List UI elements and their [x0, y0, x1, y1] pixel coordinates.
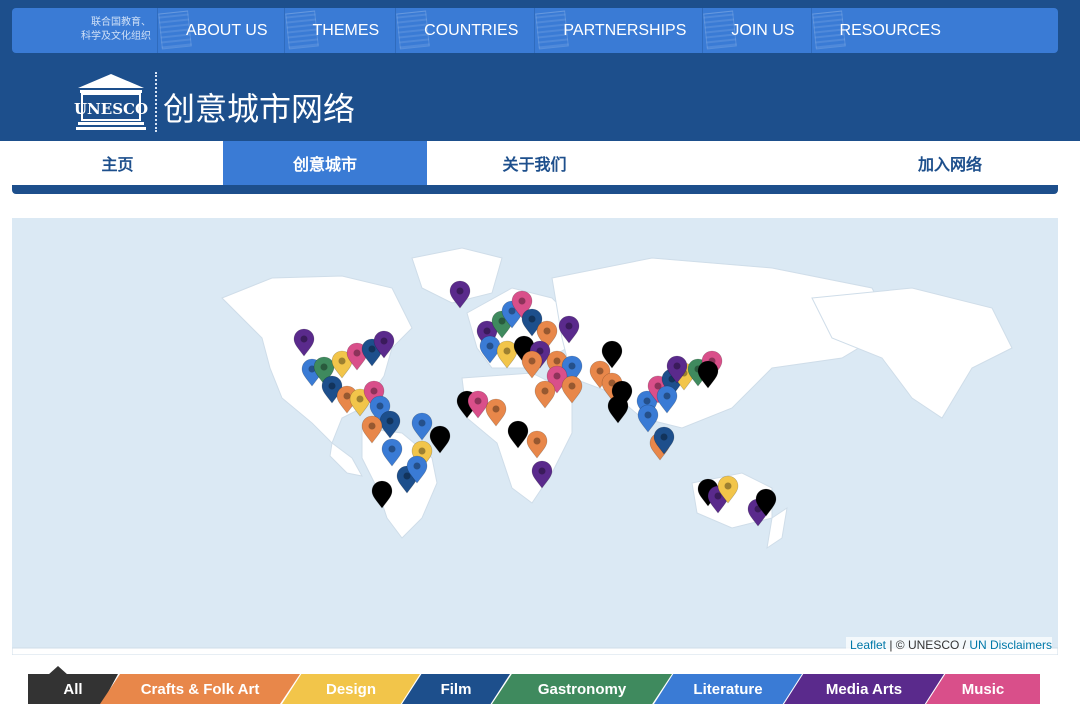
nav-resources[interactable]: RESOURCES — [811, 8, 1058, 53]
pin-center-dot — [553, 372, 561, 380]
tab-about-us[interactable]: 关于我们 — [427, 141, 642, 185]
tab-join-network[interactable]: 加入网络 — [842, 141, 1058, 185]
un-disclaimers-link[interactable]: UN Disclaimers — [969, 638, 1052, 652]
filter-design[interactable]: Design — [282, 674, 420, 704]
tab-spacer — [642, 141, 842, 185]
pin-center-dot — [300, 335, 308, 343]
attribution-unesco: | © UNESCO / — [886, 638, 970, 652]
pin-center-dot — [518, 297, 526, 305]
pin-center-dot — [528, 315, 536, 323]
creative-cities-map[interactable]: Leaflet | © UNESCO / UN Disclaimers — [12, 218, 1058, 655]
filter-media-arts[interactable]: Media Arts — [784, 674, 944, 704]
pin-center-dot — [418, 447, 426, 455]
map-attribution: Leaflet | © UNESCO / UN Disclaimers — [845, 637, 1052, 653]
pin-center-dot — [388, 445, 396, 453]
asia — [551, 257, 893, 429]
unesco-temple-icon: UNESCO — [74, 74, 148, 130]
site-title[interactable]: 创意城市网络 — [163, 84, 355, 130]
nav-countries[interactable]: COUNTRIES — [396, 8, 536, 53]
sub-navigation-underline — [12, 185, 1058, 194]
pin-center-dot — [541, 387, 549, 395]
pin-center-dot — [724, 482, 732, 490]
logo-wordmark: UNESCO — [74, 100, 148, 118]
pin-center-dot — [353, 349, 361, 357]
pin-center-dot — [618, 387, 626, 395]
pin-center-dot — [543, 327, 551, 335]
pin-center-dot — [520, 342, 528, 350]
pin-center-dot — [614, 402, 622, 410]
pin-center-dot — [418, 419, 426, 427]
pin-center-dot — [343, 392, 351, 400]
pin-center-dot — [456, 287, 464, 295]
central-america — [329, 442, 363, 477]
pin-center-dot — [508, 307, 516, 315]
pin-center-dot — [762, 495, 770, 503]
nav-partnerships[interactable]: PARTNERSHIPS — [535, 8, 704, 53]
pin-center-dot — [338, 357, 346, 365]
filter-literature[interactable]: Literature — [654, 674, 802, 704]
pin-center-dot — [356, 395, 364, 403]
pin-center-dot — [368, 345, 376, 353]
filter-crafts-folk-art[interactable]: Crafts & Folk Art — [100, 674, 300, 704]
nav-join-us[interactable]: JOIN US — [703, 8, 812, 53]
site-header: 联合国教育、 科学及文化组织 ABOUT US THEMES COUNTRIES… — [0, 0, 1080, 141]
pin-center-dot — [413, 462, 421, 470]
pin-center-dot — [403, 472, 411, 480]
pin-center-dot — [436, 432, 444, 440]
pin-center-dot — [492, 405, 500, 413]
unesco-logo[interactable]: UNESCO — [74, 72, 148, 132]
filter-music[interactable]: Music — [926, 674, 1040, 704]
pin-center-dot — [328, 382, 336, 390]
brand-line-2: 科学及文化组织 — [81, 31, 151, 42]
sub-navigation: 主页 创意城市 关于我们 加入网络 — [12, 141, 1058, 185]
pin-center-dot — [503, 347, 511, 355]
pin-center-dot — [378, 487, 386, 495]
filter-gastronomy[interactable]: Gastronomy — [492, 674, 672, 704]
pin-center-dot — [386, 417, 394, 425]
pin-center-dot — [596, 367, 604, 375]
pin-center-dot — [553, 357, 561, 365]
pin-center-dot — [644, 411, 652, 419]
pin-center-dot — [533, 437, 541, 445]
top-navigation: 联合国教育、 科学及文化组织 ABOUT US THEMES COUNTRIES… — [12, 8, 1058, 53]
brand-line-1: 联合国教育、 — [91, 17, 151, 28]
pin-center-dot — [643, 397, 651, 405]
pin-center-dot — [514, 427, 522, 435]
pin-center-dot — [714, 492, 722, 500]
tab-creative-cities[interactable]: 创意城市 — [223, 141, 427, 185]
pin-center-dot — [538, 467, 546, 475]
pin-center-dot — [368, 422, 376, 430]
unesco-brand-text[interactable]: 联合国教育、 科学及文化组织 — [12, 8, 158, 53]
pin-center-dot — [608, 347, 616, 355]
pin-center-dot — [483, 327, 491, 335]
pin-center-dot — [568, 382, 576, 390]
pin-center-dot — [320, 363, 328, 371]
nav-about-us[interactable]: ABOUT US — [158, 8, 285, 53]
category-filter-bar: All Crafts & Folk Art Design Film Gastro… — [28, 674, 1068, 704]
pin-center-dot — [565, 322, 573, 330]
pin-center-dot — [474, 397, 482, 405]
leaflet-link[interactable]: Leaflet — [850, 638, 886, 652]
nav-themes[interactable]: THEMES — [284, 8, 397, 53]
world-map[interactable] — [12, 218, 1058, 655]
logo-divider — [155, 72, 157, 132]
pin-center-dot — [376, 402, 384, 410]
pin-center-dot — [380, 337, 388, 345]
pin-center-dot — [528, 357, 536, 365]
pin-center-dot — [498, 317, 506, 325]
pin-center-dot — [370, 387, 378, 395]
tab-home[interactable]: 主页 — [12, 141, 223, 185]
pin-center-dot — [673, 362, 681, 370]
pin-center-dot — [660, 433, 668, 441]
pin-center-dot — [568, 362, 576, 370]
filter-film[interactable]: Film — [402, 674, 510, 704]
pin-center-dot — [486, 342, 494, 350]
pin-center-dot — [663, 392, 671, 400]
pin-center-dot — [704, 367, 712, 375]
